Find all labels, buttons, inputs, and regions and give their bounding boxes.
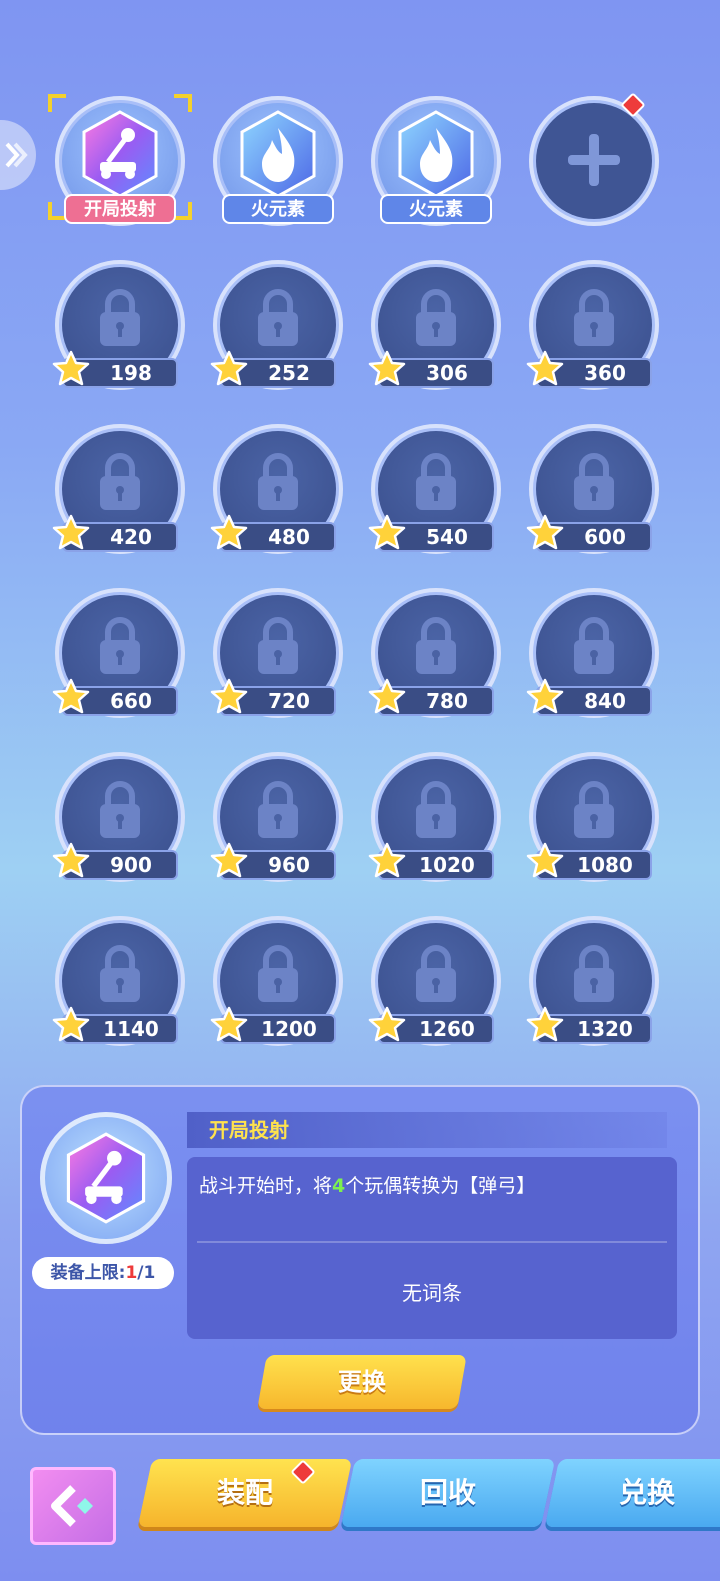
skill-description: 战斗开始时，将4个玩偶转换为【弹弓】 [199, 1175, 536, 1197]
lock-icon [100, 617, 140, 674]
tab-equip[interactable]: 装配 [137, 1459, 353, 1527]
locked-slot[interactable]: 1260 [366, 910, 506, 1060]
lock-icon [416, 945, 456, 1002]
skill-description-box: 战斗开始时，将4个玩偶转换为【弹弓】 无词条 [187, 1157, 677, 1339]
star-icon [526, 514, 564, 550]
side-expand-tab[interactable] [0, 120, 36, 190]
star-icon [210, 1006, 248, 1042]
lock-icon [100, 781, 140, 838]
lock-icon [416, 453, 456, 510]
skill-icon-frame [40, 1112, 172, 1244]
lock-icon [574, 453, 614, 510]
star-icon [210, 514, 248, 550]
star-icon [368, 350, 406, 386]
lock-icon [258, 289, 298, 346]
plus-icon [568, 134, 620, 186]
star-icon [52, 842, 90, 878]
star-icon [52, 350, 90, 386]
star-icon [368, 842, 406, 878]
star-icon [52, 514, 90, 550]
fire-icon [240, 110, 316, 198]
star-icon [526, 1006, 564, 1042]
tab-exchange[interactable]: 兑换 [544, 1459, 720, 1527]
locked-slot[interactable]: 198 [50, 254, 190, 404]
lock-icon [100, 453, 140, 510]
star-icon [526, 842, 564, 878]
star-icon [210, 350, 248, 386]
fire-icon [398, 110, 474, 198]
locked-slot[interactable]: 480 [208, 418, 348, 568]
lock-icon [258, 945, 298, 1002]
star-icon [368, 678, 406, 714]
back-arrow-icon [51, 1485, 93, 1527]
lock-icon [416, 289, 456, 346]
locked-slot[interactable]: 840 [524, 582, 664, 732]
locked-slot[interactable]: 252 [208, 254, 348, 404]
lock-icon [258, 617, 298, 674]
lock-icon [258, 453, 298, 510]
locked-slot[interactable]: 900 [50, 746, 190, 896]
locked-slot[interactable]: 1320 [524, 910, 664, 1060]
locked-slot[interactable]: 780 [366, 582, 506, 732]
skill-title: 开局投射 [187, 1112, 667, 1148]
equip-limit-badge: 装备上限:1/1 [32, 1257, 174, 1289]
star-icon [52, 678, 90, 714]
lock-icon [100, 289, 140, 346]
tab-recycle[interactable]: 回收 [340, 1459, 556, 1527]
catapult-icon [82, 110, 158, 198]
equipped-slot-3[interactable]: 火元素 [366, 90, 506, 240]
double-chevron-icon [5, 142, 28, 168]
star-icon [210, 842, 248, 878]
equipped-slot-2[interactable]: 火元素 [208, 90, 348, 240]
star-icon [526, 678, 564, 714]
lock-icon [574, 289, 614, 346]
star-icon [368, 1006, 406, 1042]
star-icon [210, 678, 248, 714]
lock-icon [258, 781, 298, 838]
equipped-slot-1[interactable]: 开局投射 [48, 90, 192, 240]
skill-detail-panel: 装备上限:1/1 开局投射 战斗开始时，将4个玩偶转换为【弹弓】 无词条 更换 [20, 1085, 700, 1435]
back-button[interactable] [30, 1467, 116, 1545]
locked-slot[interactable]: 306 [366, 254, 506, 404]
locked-slot[interactable]: 540 [366, 418, 506, 568]
star-icon [368, 514, 406, 550]
no-entry-text: 无词条 [402, 1281, 462, 1305]
bottom-nav: 装配 回收 兑换 [0, 1455, 720, 1581]
lock-icon [416, 617, 456, 674]
equipped-label: 火元素 [380, 194, 492, 224]
star-icon [52, 1006, 90, 1042]
locked-slot[interactable]: 960 [208, 746, 348, 896]
lock-icon [574, 945, 614, 1002]
selection-corner [48, 94, 66, 112]
selection-corner [174, 202, 192, 220]
star-icon [526, 350, 564, 386]
locked-slot[interactable]: 1200 [208, 910, 348, 1060]
locked-slot[interactable]: 1080 [524, 746, 664, 896]
catapult-icon [66, 1132, 146, 1224]
lock-icon [574, 617, 614, 674]
locked-slot[interactable]: 1020 [366, 746, 506, 896]
add-slot[interactable] [524, 90, 664, 240]
locked-slot[interactable]: 1140 [50, 910, 190, 1060]
lock-icon [100, 945, 140, 1002]
locked-slot[interactable]: 720 [208, 582, 348, 732]
lock-icon [416, 781, 456, 838]
change-button[interactable]: 更换 [257, 1355, 467, 1409]
divider [197, 1241, 667, 1243]
locked-slot[interactable]: 420 [50, 418, 190, 568]
locked-slot[interactable]: 660 [50, 582, 190, 732]
selection-corner [174, 94, 192, 112]
equipped-label: 火元素 [222, 194, 334, 224]
lock-icon [574, 781, 614, 838]
locked-slot[interactable]: 600 [524, 418, 664, 568]
locked-slot[interactable]: 360 [524, 254, 664, 404]
equipped-label: 开局投射 [64, 194, 176, 224]
